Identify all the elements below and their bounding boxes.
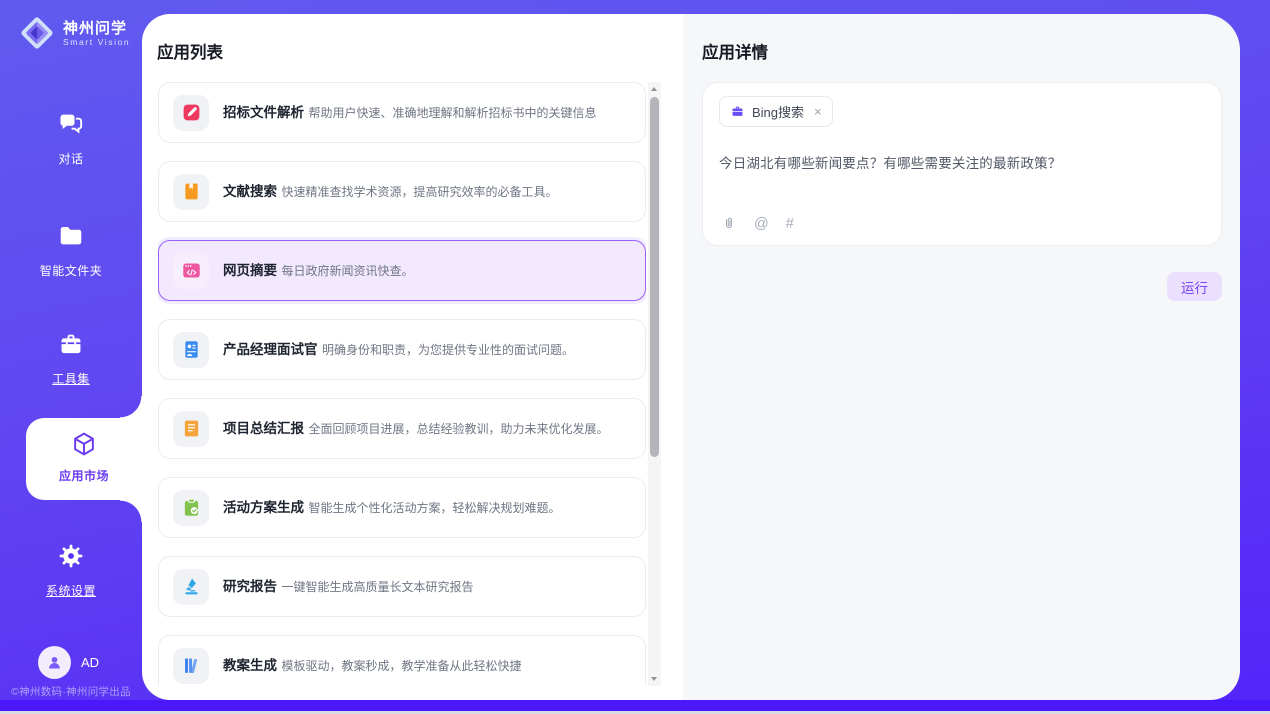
app-card[interactable]: 招标文件解析 帮助用户快速、准确地理解和解析招标书中的关键信息: [158, 82, 646, 143]
copyright-text: ©神州数码·神州问学出品: [0, 684, 142, 699]
toolbox-icon: [57, 330, 85, 358]
books-icon: [173, 648, 209, 684]
briefcase-icon: [730, 104, 745, 119]
book-icon: [173, 174, 209, 210]
sidebar-item-chat[interactable]: 对话: [0, 110, 142, 167]
folder-icon: [57, 222, 85, 250]
report-note-icon: [173, 411, 209, 447]
browser-code-icon: [173, 253, 209, 289]
paperclip-icon[interactable]: [721, 216, 737, 232]
brand-subtitle: Smart Vision: [63, 37, 130, 47]
avatar[interactable]: [38, 646, 71, 679]
at-icon[interactable]: @: [754, 216, 769, 232]
user-name: AD: [81, 655, 99, 670]
run-button[interactable]: 运行: [1167, 272, 1222, 301]
app-detail-panel: 应用详情 Bing搜索 × 今日湖北有哪些新闻要点？有哪些需要关注的最新政策？: [683, 14, 1240, 700]
app-card[interactable]: 活动方案生成 智能生成个性化活动方案，轻松解决规划难题。: [158, 477, 646, 538]
resume-icon: [173, 332, 209, 368]
chat-icon: [57, 110, 85, 138]
sidebar-item-settings[interactable]: 系统设置: [0, 542, 142, 599]
app-list-scrollbar[interactable]: [648, 82, 661, 686]
app-card[interactable]: 项目总结汇报 全面回顾项目进展，总结经验教训，助力未来优化发展。: [158, 398, 646, 459]
sidebar-item-folders[interactable]: 智能文件夹: [0, 222, 142, 279]
query-text[interactable]: 今日湖北有哪些新闻要点？有哪些需要关注的最新政策？: [719, 152, 1205, 172]
brand-name: 神州问学: [63, 20, 130, 37]
main-content: 应用列表 招标文件解析 帮助用户快速、准确地理解和解析招标书中的关键信息 文献搜…: [142, 14, 1240, 700]
user-row[interactable]: AD: [38, 646, 99, 679]
diamond-logo-icon: [18, 14, 56, 52]
scrollbar-thumb[interactable]: [650, 97, 659, 457]
scroll-down-icon[interactable]: [648, 672, 661, 686]
scroll-up-icon[interactable]: [648, 82, 661, 96]
gear-icon: [57, 542, 85, 570]
app-list: 招标文件解析 帮助用户快速、准确地理解和解析招标书中的关键信息 文献搜索 快速精…: [158, 82, 646, 686]
sidebar-item-tools[interactable]: 工具集: [0, 330, 142, 387]
app-list-panel: 应用列表 招标文件解析 帮助用户快速、准确地理解和解析招标书中的关键信息 文献搜…: [142, 14, 683, 700]
microscope-icon: [173, 569, 209, 605]
sidebar-item-market[interactable]: 应用市场: [26, 418, 142, 500]
app-frame: 神州问学 Smart Vision 对话 智能文件夹 工具集 应用市场 系统设置: [0, 0, 1270, 714]
bottom-accent-bar: [0, 700, 1270, 711]
app-card[interactable]: 文献搜索 快速精准查找学术资源，提高研究效率的必备工具。: [158, 161, 646, 222]
composer-card[interactable]: Bing搜索 × 今日湖北有哪些新闻要点？有哪些需要关注的最新政策？ @ #: [702, 82, 1222, 246]
clipboard-check-icon: [173, 490, 209, 526]
tool-tag-bing-search[interactable]: Bing搜索 ×: [719, 96, 833, 127]
sidebar: 神州问学 Smart Vision 对话 智能文件夹 工具集 应用市场 系统设置: [0, 0, 142, 700]
app-card[interactable]: 教案生成 模板驱动，教案秒成，教学准备从此轻松快捷: [158, 635, 646, 686]
app-card[interactable]: 产品经理面试官 明确身份和职责，为您提供专业性的面试问题。: [158, 319, 646, 380]
app-detail-title: 应用详情: [702, 39, 768, 63]
app-card[interactable]: 研究报告 一键智能生成高质量长文本研究报告: [158, 556, 646, 617]
app-card-selected[interactable]: 网页摘要 每日政府新闻资讯快查。: [158, 240, 646, 301]
pen-edit-icon: [173, 95, 209, 131]
close-icon[interactable]: ×: [814, 105, 822, 118]
brand-logo: 神州问学 Smart Vision: [18, 14, 130, 52]
app-list-title: 应用列表: [157, 39, 223, 63]
person-icon: [45, 653, 64, 672]
tool-tag-label: Bing搜索: [752, 102, 804, 121]
composer-toolbar: @ #: [721, 216, 794, 232]
cube-icon: [70, 430, 98, 458]
hash-icon[interactable]: #: [786, 216, 794, 232]
